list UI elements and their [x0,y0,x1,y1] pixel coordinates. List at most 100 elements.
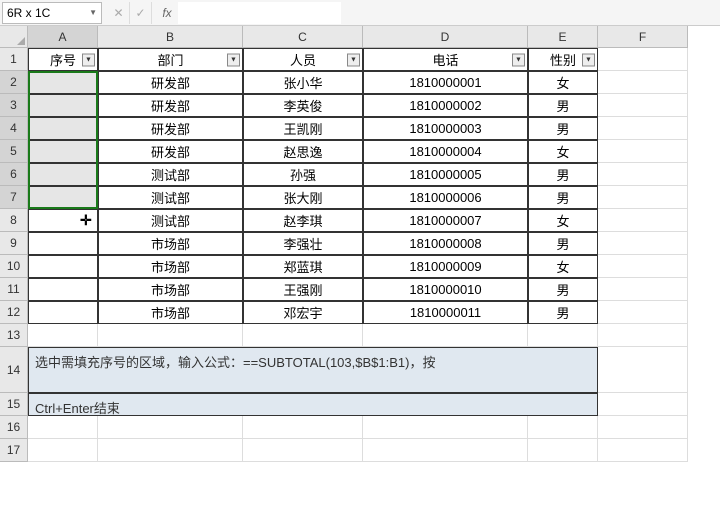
row-header-5[interactable]: 5 [0,140,28,163]
name-box-input[interactable] [7,6,89,20]
row-header-7[interactable]: 7 [0,186,28,209]
cell-B7[interactable]: 测试部 [98,186,243,209]
cell-A6[interactable] [28,163,98,186]
cell-C11[interactable]: 王强刚 [243,278,363,301]
cell-D13[interactable] [363,324,528,347]
cell-D1[interactable]: 电话▼ [363,48,528,71]
cell-E1[interactable]: 性别▼ [528,48,598,71]
cell-A1[interactable]: 序号▼ [28,48,98,71]
col-header-C[interactable]: C [243,26,363,48]
cell-A8[interactable] [28,209,98,232]
filter-dropdown-icon[interactable]: ▼ [512,53,525,66]
filter-dropdown-icon[interactable]: ▼ [347,53,360,66]
col-header-B[interactable]: B [98,26,243,48]
cell-B2[interactable]: 研发部 [98,71,243,94]
formula-input[interactable] [178,2,341,24]
cell-D16[interactable] [363,416,528,439]
cell-E10[interactable]: 女 [528,255,598,278]
row-header-16[interactable]: 16 [0,416,28,439]
cell-A7[interactable] [28,186,98,209]
cell-F14[interactable] [598,347,688,393]
cell-D17[interactable] [363,439,528,462]
cell-D7[interactable]: 1810000006 [363,186,528,209]
chevron-down-icon[interactable]: ▼ [89,8,97,17]
select-all-corner[interactable] [0,26,28,48]
cell-B11[interactable]: 市场部 [98,278,243,301]
cell-D12[interactable]: 1810000011 [363,301,528,324]
cell-D9[interactable]: 1810000008 [363,232,528,255]
cell-C5[interactable]: 赵思逸 [243,140,363,163]
cell-B16[interactable] [98,416,243,439]
filter-dropdown-icon[interactable]: ▼ [582,53,595,66]
cell-B4[interactable]: 研发部 [98,117,243,140]
cell-F17[interactable] [598,439,688,462]
cell-A16[interactable] [28,416,98,439]
row-header-15[interactable]: 15 [0,393,28,416]
col-header-E[interactable]: E [528,26,598,48]
cell-B1[interactable]: 部门▼ [98,48,243,71]
cell-F1[interactable] [598,48,688,71]
cell-B3[interactable]: 研发部 [98,94,243,117]
accept-formula-icon[interactable]: ✓ [130,2,152,24]
row-header-11[interactable]: 11 [0,278,28,301]
cell-D5[interactable]: 1810000004 [363,140,528,163]
cell-A13[interactable] [28,324,98,347]
cell-F11[interactable] [598,278,688,301]
row-header-9[interactable]: 9 [0,232,28,255]
cell-C10[interactable]: 郑蓝琪 [243,255,363,278]
cancel-formula-icon[interactable]: ✕ [108,2,130,24]
col-header-F[interactable]: F [598,26,688,48]
cell-E7[interactable]: 男 [528,186,598,209]
cell-B6[interactable]: 测试部 [98,163,243,186]
cell-D11[interactable]: 1810000010 [363,278,528,301]
note-cell-15[interactable]: Ctrl+Enter结束 [28,393,598,416]
note-cell-14[interactable]: 选中需填充序号的区域，输入公式：==SUBTOTAL(103,$B$1:B1)，… [28,347,598,393]
cell-A2[interactable] [28,71,98,94]
cell-A3[interactable] [28,94,98,117]
cell-D3[interactable]: 1810000002 [363,94,528,117]
cell-D2[interactable]: 1810000001 [363,71,528,94]
cell-B9[interactable]: 市场部 [98,232,243,255]
cell-C13[interactable] [243,324,363,347]
cell-A17[interactable] [28,439,98,462]
cell-E6[interactable]: 男 [528,163,598,186]
cell-E11[interactable]: 男 [528,278,598,301]
cell-E13[interactable] [528,324,598,347]
cell-D4[interactable]: 1810000003 [363,117,528,140]
cell-C17[interactable] [243,439,363,462]
cell-E2[interactable]: 女 [528,71,598,94]
cell-A9[interactable] [28,232,98,255]
cell-E5[interactable]: 女 [528,140,598,163]
cell-F8[interactable] [598,209,688,232]
cell-C4[interactable]: 王凯刚 [243,117,363,140]
row-header-12[interactable]: 12 [0,301,28,324]
cell-B5[interactable]: 研发部 [98,140,243,163]
cell-B12[interactable]: 市场部 [98,301,243,324]
row-header-14[interactable]: 14 [0,347,28,393]
cell-A4[interactable] [28,117,98,140]
cell-F4[interactable] [598,117,688,140]
cell-E4[interactable]: 男 [528,117,598,140]
row-header-8[interactable]: 8 [0,209,28,232]
cell-E16[interactable] [528,416,598,439]
cell-E17[interactable] [528,439,598,462]
cell-B17[interactable] [98,439,243,462]
row-header-13[interactable]: 13 [0,324,28,347]
cell-F6[interactable] [598,163,688,186]
cell-F3[interactable] [598,94,688,117]
row-header-1[interactable]: 1 [0,48,28,71]
row-header-3[interactable]: 3 [0,94,28,117]
col-header-A[interactable]: A [28,26,98,48]
cell-F9[interactable] [598,232,688,255]
cell-E9[interactable]: 男 [528,232,598,255]
col-header-D[interactable]: D [363,26,528,48]
row-header-4[interactable]: 4 [0,117,28,140]
cell-D10[interactable]: 1810000009 [363,255,528,278]
cell-F5[interactable] [598,140,688,163]
cell-B10[interactable]: 市场部 [98,255,243,278]
cell-D6[interactable]: 1810000005 [363,163,528,186]
cell-C9[interactable]: 李强壮 [243,232,363,255]
cell-E8[interactable]: 女 [528,209,598,232]
cell-B13[interactable] [98,324,243,347]
cell-E12[interactable]: 男 [528,301,598,324]
